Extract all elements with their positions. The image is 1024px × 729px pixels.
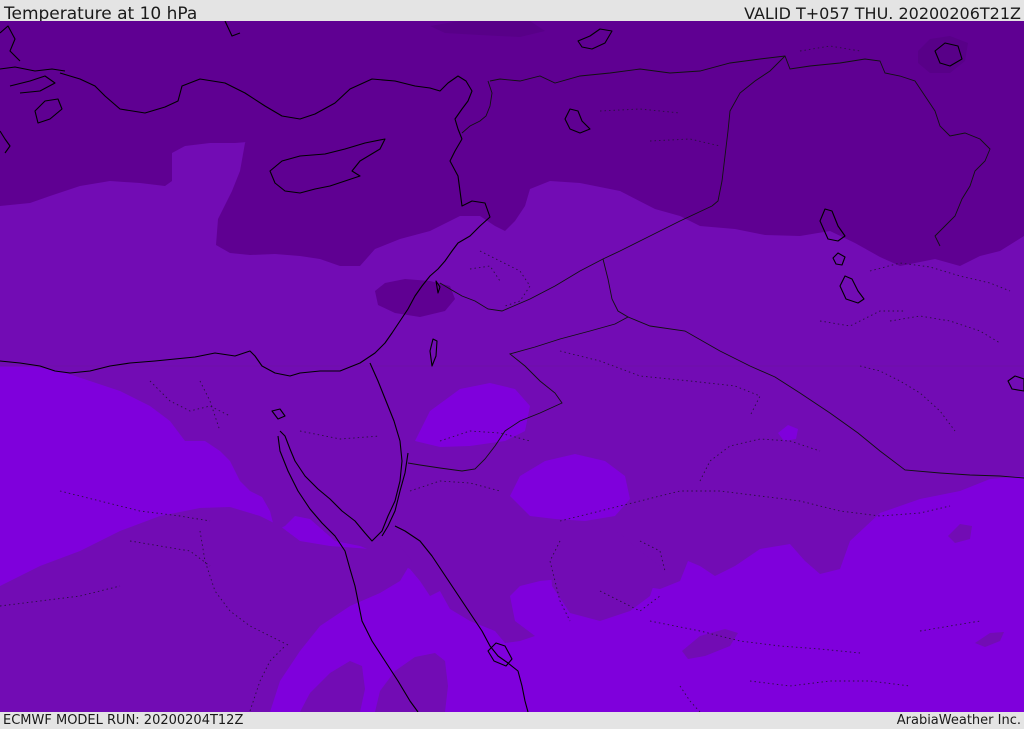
- header-bar: Temperature at 10 hPa VALID T+057 THU. 2…: [0, 0, 1024, 24]
- credit-label: ArabiaWeather Inc.: [896, 713, 1021, 728]
- weather-map-frame: Temperature at 10 hPa VALID T+057 THU. 2…: [0, 0, 1024, 729]
- temperature-map[interactable]: [0, 21, 1024, 712]
- model-run-label: ECMWF MODEL RUN: 20200204T12Z: [3, 713, 244, 728]
- footer-bar: ECMWF MODEL RUN: 20200204T12Z ArabiaWeat…: [0, 712, 1024, 729]
